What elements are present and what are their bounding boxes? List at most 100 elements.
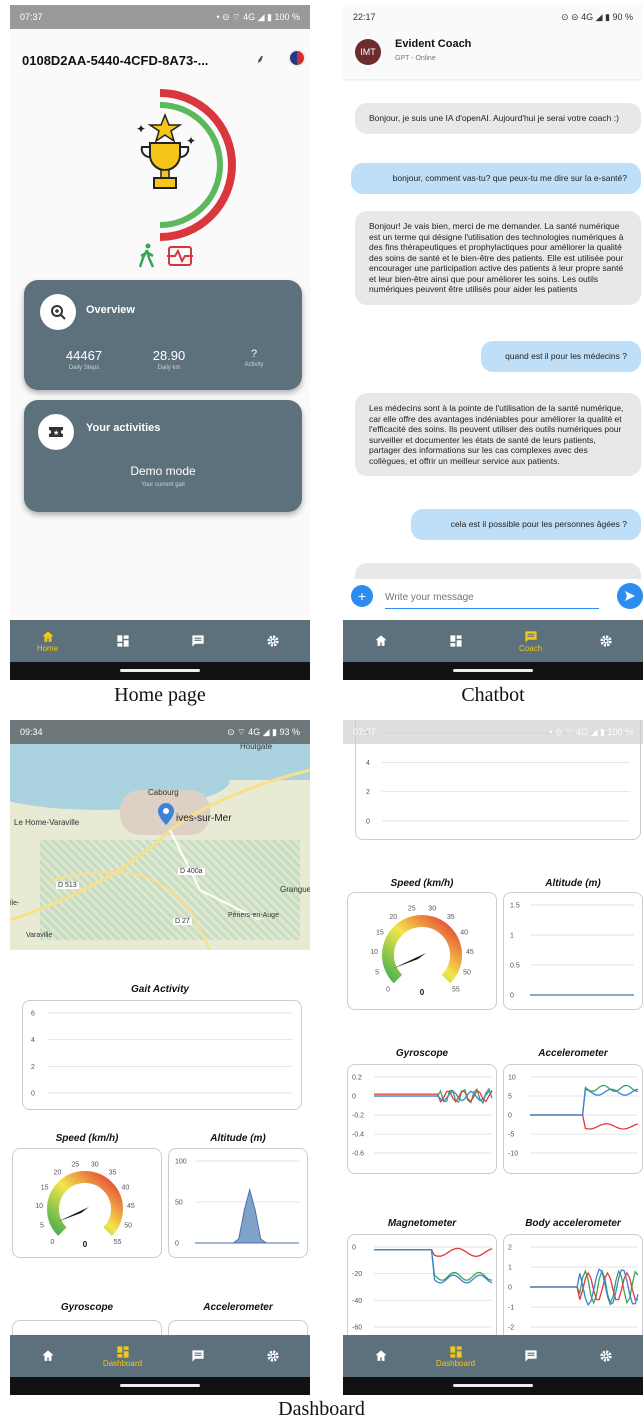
gesture-bar (343, 1377, 643, 1395)
stat-label: Daily Steps (68, 365, 100, 371)
gauge-needle (392, 953, 426, 969)
gauge-value-label: 0 (420, 988, 425, 997)
gauge-arc (382, 915, 462, 984)
gesture-bar (10, 662, 310, 680)
status-time: 07:37 (353, 727, 376, 737)
attach-button[interactable]: + (351, 585, 373, 607)
activities-title: Your activities (86, 422, 161, 434)
svg-text:✦: ✦ (186, 134, 196, 148)
nav-home[interactable] (18, 1349, 78, 1363)
nav-dashboard[interactable] (93, 634, 153, 648)
flag-icon[interactable] (288, 49, 306, 67)
map-label: Le Home-Varaville (14, 818, 80, 827)
stat-value: ? (250, 348, 258, 360)
home-icon (41, 1350, 54, 1361)
send-button[interactable] (617, 583, 643, 609)
gauge-tick-label: 15 (41, 1184, 49, 1191)
chat-icon (524, 630, 537, 643)
heart-rate-icon (167, 246, 193, 266)
gauge-tick-label: 35 (447, 914, 455, 921)
stat-value: 28.90 (152, 348, 186, 363)
gait-chart: 0 2 4 6 (22, 1000, 302, 1110)
y-tick-label: -0.6 (352, 1151, 364, 1158)
accelerometer-title: Accelerometer (203, 1302, 273, 1313)
activities-card[interactable]: ★ Your activities Demo mode Your current… (24, 400, 302, 512)
status-bar: 22:17 ⊙ ⊝ 4G ◢ ▮ 90 % (343, 5, 643, 29)
caption-chatbot: Chatbot (461, 684, 525, 706)
map-label: ives-sur-Mer (176, 813, 232, 824)
nav-coach[interactable] (501, 1349, 561, 1363)
gauge-tick-label: 40 (121, 1184, 129, 1191)
altitude-chart-svg: 0 50 100 (175, 1159, 299, 1248)
magnetometer-chart-svg: 0 -20 -40 -60 (352, 1245, 493, 1332)
nav-dashboard[interactable]: Dashboard (93, 1345, 153, 1368)
altitude-title: Altitude (m) (545, 878, 601, 889)
gauge-tick-label: 50 (463, 969, 471, 976)
nav-label: Dashboard (102, 1358, 143, 1368)
status-icons: ⊙ ⌔ 4G ◢ ▮ 93 % (227, 726, 300, 737)
gauge-value-label: 0 (83, 1240, 88, 1249)
speed-gauge-svg: 0 5 10 15 20 25 30 35 40 45 50 55 0 (370, 906, 474, 997)
altitude-chart: 0 0.5 1 1.5 (503, 892, 643, 1010)
message-list[interactable]: Bonjour, je suis une IA d'openAI. Aujour… (343, 79, 643, 579)
bluetooth-signal-icon[interactable]: ⸙ (256, 50, 265, 67)
bottom-nav: Dashboard (343, 1335, 643, 1377)
gauge-tick-label: 45 (466, 949, 474, 956)
magnetometer-chart: 0 -20 -40 -60 (347, 1234, 497, 1346)
gyroscope-chart-svg: 0.2 0 -0.2 -0.4 -0.6 (352, 1075, 493, 1158)
home-icon (374, 635, 387, 646)
y-tick-label: -5 (508, 1132, 514, 1139)
gesture-bar (343, 662, 643, 680)
y-tick-label: 0 (508, 1113, 512, 1120)
map-label: ile- (10, 900, 20, 907)
status-bar: 09:34 ⊙ ⌔ 4G ◢ ▮ 93 % (10, 720, 310, 744)
home-icon (374, 1350, 387, 1361)
message-input[interactable] (385, 587, 599, 609)
nav-home[interactable] (351, 1349, 411, 1363)
user-message: quand est il pour les médecins ? (481, 341, 641, 372)
gear-icon (599, 635, 612, 647)
nav-settings[interactable] (243, 634, 303, 648)
gear-icon (266, 635, 279, 647)
altitude-chart-svg: 0 0.5 1 1.5 (510, 903, 634, 1000)
location-pin-icon[interactable] (158, 803, 174, 825)
nav-dashboard[interactable]: Dashboard (426, 1345, 486, 1368)
y-tick-label: 0 (175, 1241, 179, 1248)
map-label: Varaville (26, 932, 53, 939)
overview-card[interactable]: Overview 44467 Daily Steps 28.90 Daily k… (24, 280, 302, 390)
speed-gauge: 0 5 10 15 20 25 30 35 40 45 50 55 0 (347, 892, 497, 1010)
nav-dashboard[interactable] (426, 634, 486, 648)
gauge-tick-label: 5 (40, 1223, 44, 1230)
dashboard-sensors-screen: 0246 07:37 • ⊝ ⌔ 4G ◢ ▮ 100 % Speed (km/… (343, 720, 643, 1395)
y-tick-label: 1 (508, 1265, 512, 1272)
y-tick-label: 5 (508, 1094, 512, 1101)
gauge-tick-label: 20 (54, 1170, 62, 1177)
gear-icon (266, 1350, 279, 1362)
nav-home[interactable] (351, 634, 411, 648)
user-message: bonjour, comment vas-tu? que peux-tu me … (351, 163, 641, 194)
nav-settings[interactable] (243, 1349, 303, 1363)
bot-message-partial (355, 563, 641, 579)
status-time: 09:34 (20, 727, 43, 737)
map-view[interactable]: Houlgate Cabourg Le Home-Varaville ives-… (10, 720, 310, 950)
device-id: 0108D2AA-5440-4CFD-8A73-... (22, 53, 209, 68)
gauge-tick-label: 55 (114, 1239, 122, 1246)
y-tick-label: 0 (31, 1091, 35, 1098)
dashboard-icon (449, 1345, 462, 1358)
accel-series-z (530, 1088, 639, 1116)
nav-settings[interactable] (576, 634, 636, 648)
status-bar: 07:37 • ⊝ ⌔ 4G ◢ ▮ 100 % (10, 5, 310, 29)
body-accelerometer-chart: 2 1 0 -1 -2 (503, 1234, 643, 1346)
nav-coach[interactable] (168, 1349, 228, 1363)
magnetometer-title: Magnetometer (387, 1218, 457, 1229)
y-tick-label: 0.5 (510, 963, 520, 970)
nav-home[interactable]: Home (18, 630, 78, 653)
gauge-tick-label: 30 (91, 1162, 99, 1169)
overview-title: Overview (86, 304, 135, 316)
y-tick-label: -1 (508, 1305, 514, 1312)
stat-activity: ? Activity (224, 348, 284, 368)
nav-settings[interactable] (576, 1349, 636, 1363)
nav-coach[interactable]: Coach (501, 630, 561, 653)
nav-coach[interactable] (168, 634, 228, 648)
speed-gauge: 0 5 10 15 20 25 30 35 40 45 50 55 0 (12, 1148, 162, 1258)
